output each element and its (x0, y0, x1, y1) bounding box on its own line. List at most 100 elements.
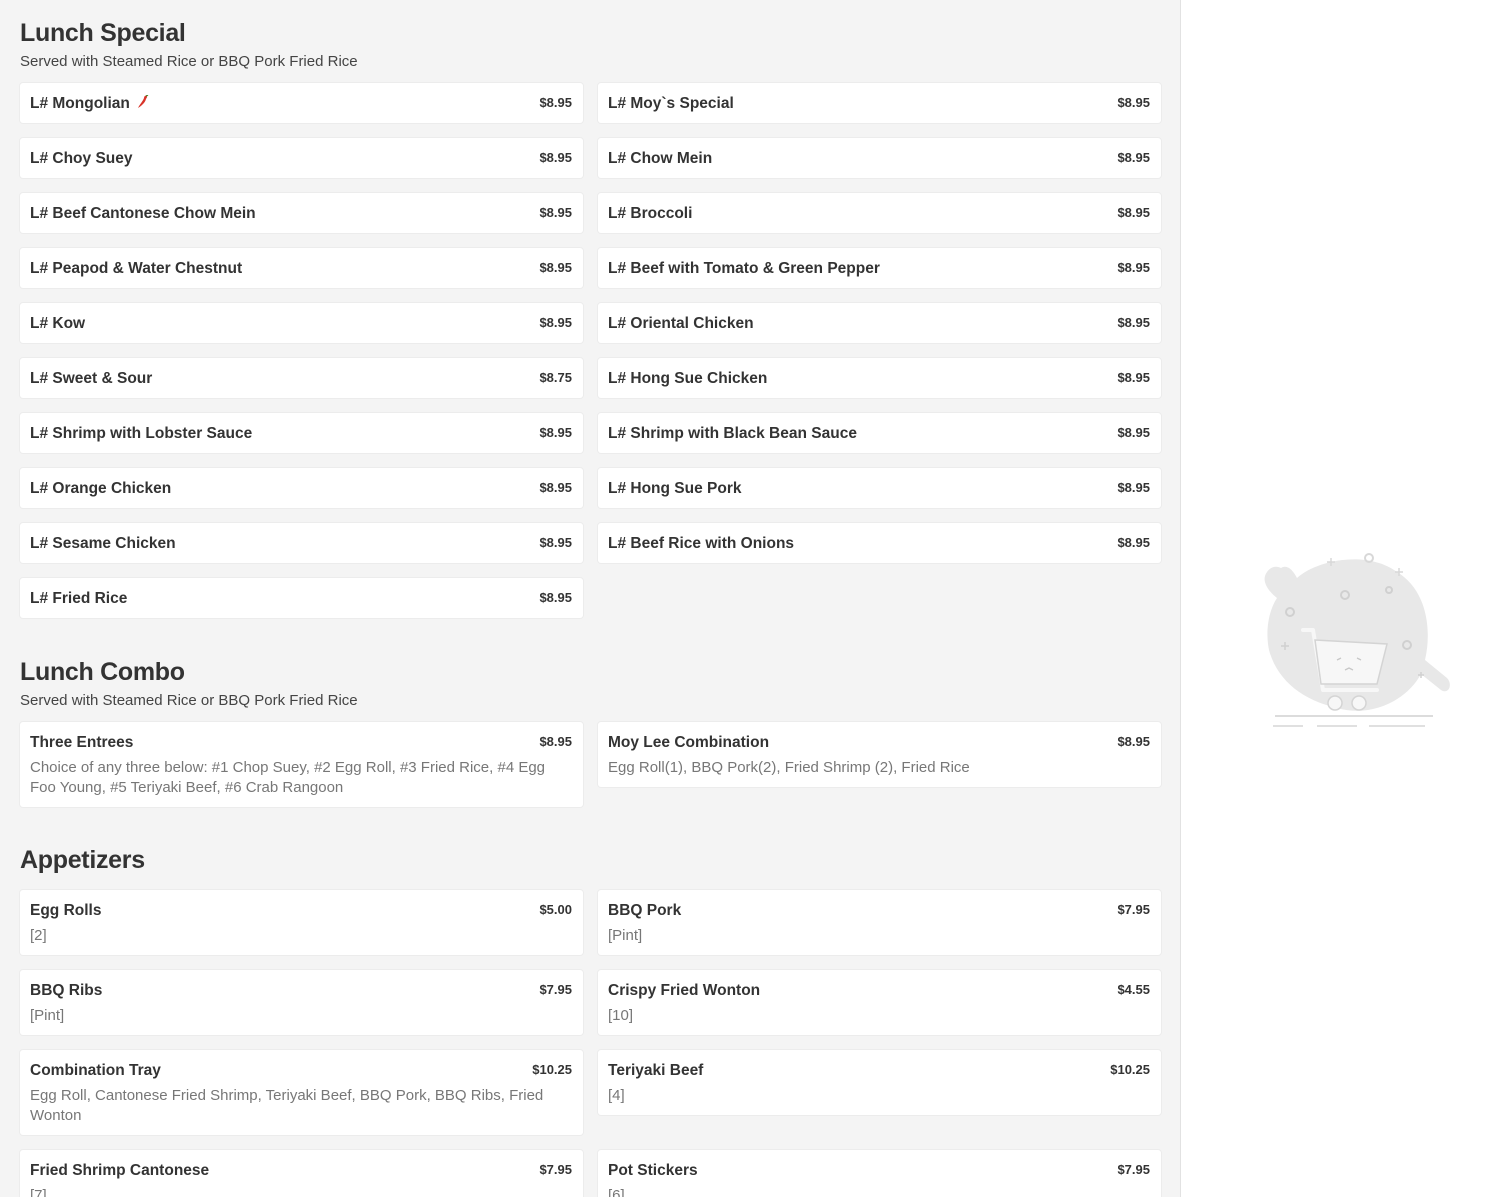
item-description: [Pint] (608, 927, 643, 944)
menu-item[interactable]: Three Entrees $8.95 Choice of any three … (20, 722, 583, 807)
item-price: $8.95 (539, 205, 572, 220)
item-price: $8.95 (539, 480, 572, 495)
menu-item[interactable]: L# Broccoli $8.95 (598, 193, 1161, 233)
item-name: L# Peapod & Water Chestnut (30, 260, 243, 277)
menu-item[interactable]: L# Hong Sue Pork $8.95 (598, 468, 1161, 508)
menu-item[interactable]: L# Kow $8.95 (20, 303, 583, 343)
item-name: L# Orange Chicken (30, 480, 172, 497)
section-title: Lunch Special (20, 19, 186, 47)
chili-pepper-icon (137, 95, 149, 108)
cart-panel (1180, 0, 1490, 1197)
item-description: [4] (608, 1087, 625, 1104)
menu-item[interactable]: L# Hong Sue Chicken $8.95 (598, 358, 1161, 398)
item-price: $8.95 (539, 260, 572, 275)
item-description: [Pint] (30, 1007, 65, 1024)
item-name: L# Fried Rice (30, 590, 128, 607)
item-price: $7.95 (539, 982, 572, 997)
menu-item[interactable]: Teriyaki Beef $10.25 [4] (598, 1050, 1161, 1115)
item-name: L# Beef Cantonese Chow Mein (30, 205, 256, 222)
item-description: Egg Roll(1), BBQ Pork(2), Fried Shrimp (… (608, 759, 970, 776)
item-name: L# Broccoli (608, 205, 693, 222)
menu-item[interactable]: L# Beef with Tomato & Green Pepper $8.95 (598, 248, 1161, 288)
section-lunch-combo: Lunch Combo Served with Steamed Rice or … (20, 657, 1160, 710)
menu-item[interactable]: L# Sesame Chicken $8.95 (20, 523, 583, 563)
menu-item[interactable]: L# Choy Suey $8.95 (20, 138, 583, 178)
item-name: L# Chow Mein (608, 150, 713, 167)
item-name: L# Kow (30, 315, 86, 332)
item-name: Combination Tray (30, 1062, 161, 1079)
item-description: [2] (30, 927, 47, 944)
section-title: Lunch Combo (20, 658, 185, 686)
item-name: Fried Shrimp Cantonese (30, 1162, 210, 1179)
item-name: L# Sweet & Sour (30, 370, 153, 387)
item-description: Choice of any three below: #1 Chop Suey,… (30, 759, 546, 796)
item-price: $8.95 (1117, 425, 1150, 440)
item-name: L# Sesame Chicken (30, 535, 176, 552)
item-price: $8.95 (1117, 734, 1150, 749)
item-price: $5.00 (539, 902, 572, 917)
item-price: $8.95 (1117, 370, 1150, 385)
menu-item[interactable]: L# Fried Rice $8.95 (20, 578, 583, 618)
menu-list: Lunch Special Served with Steamed Rice o… (0, 0, 1180, 1197)
menu-item[interactable]: L# Shrimp with Lobster Sauce $8.95 (20, 413, 583, 453)
item-name: BBQ Ribs (30, 982, 103, 999)
item-price: $8.95 (1117, 480, 1150, 495)
item-price: $7.95 (1117, 902, 1150, 917)
item-name: L# Beef Rice with Onions (608, 535, 795, 552)
menu-item[interactable]: L# Mongolian $8.95 (20, 83, 583, 123)
item-price: $8.95 (1117, 205, 1150, 220)
section-lunch-special: Lunch Special Served with Steamed Rice o… (20, 18, 1160, 71)
item-name: L# Hong Sue Chicken (608, 370, 768, 387)
menu-item[interactable]: BBQ Pork $7.95 [Pint] (598, 890, 1161, 955)
item-price: $8.95 (539, 535, 572, 550)
item-description: [10] (608, 1007, 634, 1024)
menu-item[interactable]: Moy Lee Combination $8.95 Egg Roll(1), B… (598, 722, 1161, 787)
item-name: Egg Rolls (30, 902, 102, 919)
item-price: $8.95 (1117, 95, 1150, 110)
item-price: $8.95 (539, 315, 572, 330)
menu-item[interactable]: Crispy Fried Wonton $4.55 [10] (598, 970, 1161, 1035)
menu-item[interactable]: Pot Stickers $7.95 [6] (598, 1150, 1161, 1197)
item-description: [7] (30, 1187, 47, 1197)
item-name: Moy Lee Combination (608, 734, 770, 751)
menu-item[interactable]: L# Oriental Chicken $8.95 (598, 303, 1161, 343)
menu-item[interactable]: L# Chow Mein $8.95 (598, 138, 1161, 178)
item-price: $8.75 (539, 370, 572, 385)
item-name: L# Beef with Tomato & Green Pepper (608, 260, 880, 277)
item-name: Pot Stickers (608, 1162, 698, 1179)
section-subtitle: Served with Steamed Rice or BBQ Pork Fri… (20, 692, 358, 709)
item-price: $4.55 (1117, 982, 1150, 997)
item-price: $8.95 (1117, 260, 1150, 275)
item-price: $8.95 (539, 425, 572, 440)
item-name: L# Shrimp with Black Bean Sauce (608, 425, 857, 442)
menu-item[interactable]: L# Shrimp with Black Bean Sauce $8.95 (598, 413, 1161, 453)
item-price: $10.25 (1110, 1062, 1150, 1077)
item-description: Egg Roll, Cantonese Fried Shrimp, Teriya… (30, 1087, 544, 1124)
item-name: Crispy Fried Wonton (608, 982, 761, 999)
section-title: Appetizers (20, 846, 145, 874)
item-name: L# Shrimp with Lobster Sauce (30, 425, 253, 442)
menu-item[interactable]: L# Beef Rice with Onions $8.95 (598, 523, 1161, 563)
menu-item[interactable]: Egg Rolls $5.00 [2] (20, 890, 583, 955)
menu-item[interactable]: L# Beef Cantonese Chow Mein $8.95 (20, 193, 583, 233)
menu-item[interactable]: BBQ Ribs $7.95 [Pint] (20, 970, 583, 1035)
item-price: $8.95 (539, 590, 572, 605)
item-price: $8.95 (539, 150, 572, 165)
item-price: $8.95 (1117, 535, 1150, 550)
item-name: L# Moy`s Special (608, 95, 734, 112)
item-name: Teriyaki Beef (608, 1062, 704, 1079)
item-name: L# Mongolian (30, 95, 130, 112)
menu-item[interactable]: L# Moy`s Special $8.95 (598, 83, 1161, 123)
item-name: L# Oriental Chicken (608, 315, 754, 332)
item-price: $8.95 (539, 95, 572, 110)
item-description: [6] (608, 1187, 625, 1197)
menu-item[interactable]: L# Sweet & Sour $8.75 (20, 358, 583, 398)
item-price: $8.95 (1117, 150, 1150, 165)
item-name: L# Choy Suey (30, 150, 133, 167)
menu-item[interactable]: Fried Shrimp Cantonese $7.95 [7] (20, 1150, 583, 1197)
menu-item[interactable]: Combination Tray $10.25 Egg Roll, Canton… (20, 1050, 583, 1135)
menu-item[interactable]: L# Peapod & Water Chestnut $8.95 (20, 248, 583, 288)
section-appetizers: Appetizers (20, 845, 1160, 875)
menu-item[interactable]: L# Orange Chicken $8.95 (20, 468, 583, 508)
item-name: L# Hong Sue Pork (608, 480, 742, 497)
